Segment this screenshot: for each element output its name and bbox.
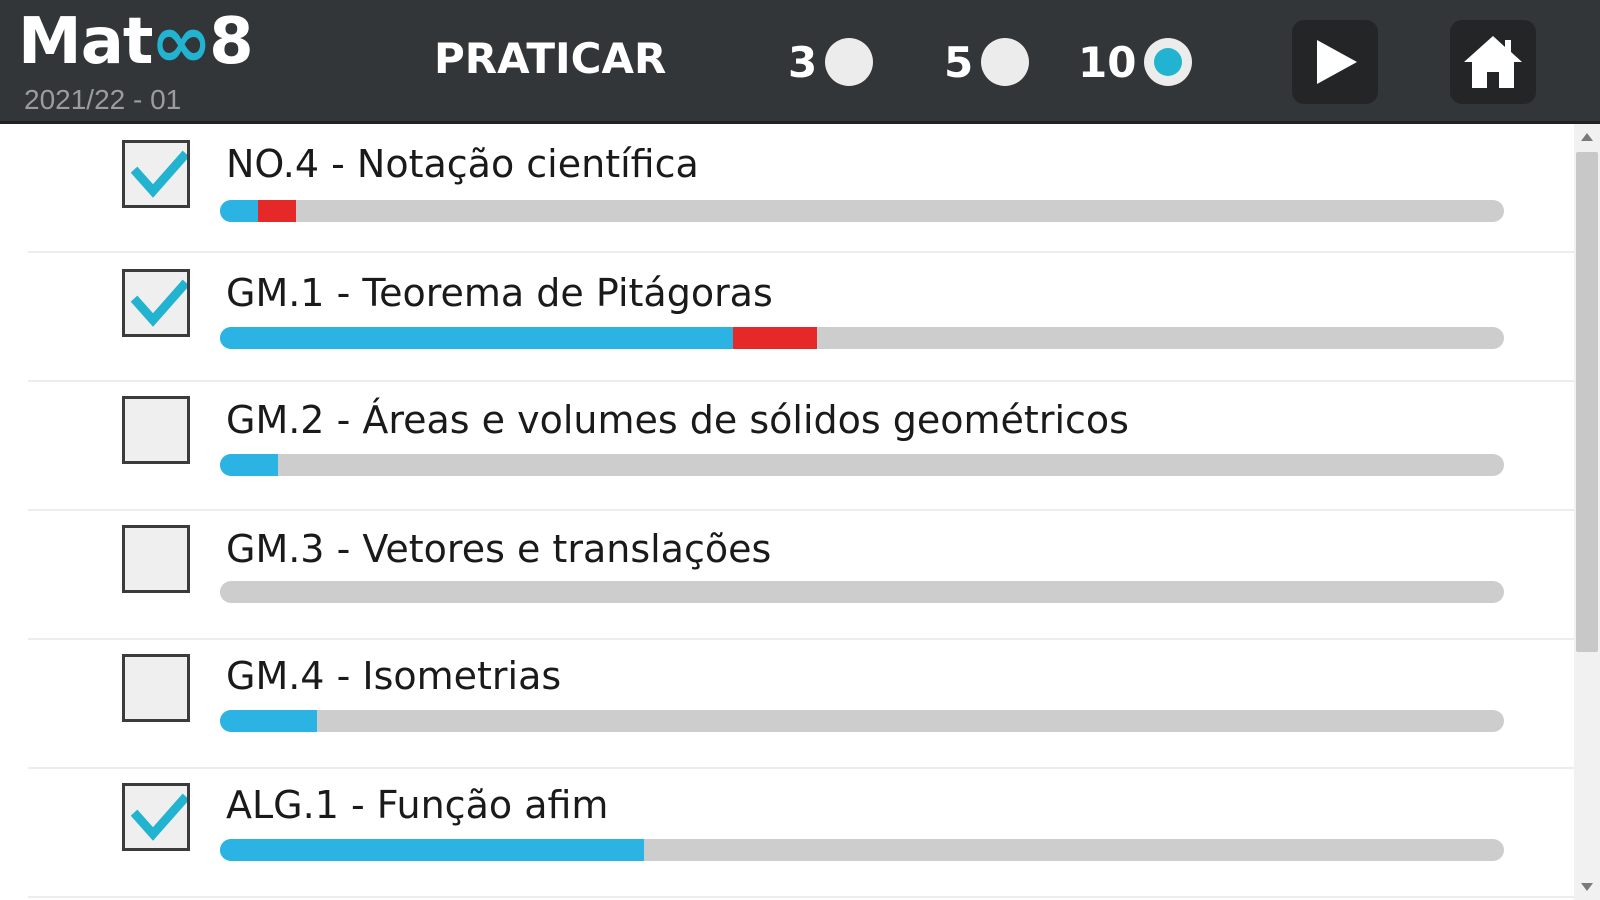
mode-title: PRATICAR xyxy=(434,34,667,83)
topic-list: NO.4 - Notação científica GM.1 - Teorema… xyxy=(28,124,1574,900)
topic-progress-bar xyxy=(220,581,1504,603)
radio-dot[interactable] xyxy=(1144,38,1193,86)
topic-title: GM.4 - Isometrias xyxy=(226,654,562,698)
topic-checkbox[interactable] xyxy=(122,396,190,464)
count-option-5[interactable]: 5 xyxy=(944,36,1030,88)
home-icon xyxy=(1464,36,1522,88)
progress-correct xyxy=(220,327,733,349)
radio-dot[interactable] xyxy=(981,38,1030,86)
topic-row[interactable]: GM.3 - Vetores e translações xyxy=(28,511,1574,640)
count-option-label: 5 xyxy=(944,37,974,87)
logo-text-right: 8 xyxy=(209,5,254,79)
home-button[interactable] xyxy=(1450,20,1536,104)
topic-row[interactable]: GM.4 - Isometrias xyxy=(28,640,1574,769)
chevron-down-icon xyxy=(1581,883,1593,891)
checkmark-icon xyxy=(131,150,187,198)
topic-row[interactable]: GM.1 - Teorema de Pitágoras xyxy=(28,253,1574,382)
app-logo: Mat ∞ 8 xyxy=(18,0,254,85)
logo-text-left: Mat xyxy=(18,5,153,79)
topic-checkbox[interactable] xyxy=(122,525,190,593)
count-option-label: 10 xyxy=(1078,37,1137,87)
vertical-scrollbar[interactable] xyxy=(1574,124,1600,900)
scrollbar-thumb[interactable] xyxy=(1576,152,1598,652)
topic-progress-bar xyxy=(220,454,1504,476)
topic-progress-bar xyxy=(220,839,1504,861)
progress-correct xyxy=(220,200,258,222)
count-option-3[interactable]: 3 xyxy=(788,36,874,88)
topic-row[interactable]: NO.4 - Notação científica xyxy=(28,124,1574,253)
checkmark-icon xyxy=(131,793,187,841)
topic-progress-bar xyxy=(220,327,1504,349)
scroll-up-arrow[interactable] xyxy=(1574,126,1600,148)
topic-row[interactable]: GM.2 - Áreas e volumes de sólidos geomét… xyxy=(28,382,1574,511)
topic-checkbox[interactable] xyxy=(122,783,190,851)
logo-infinity: ∞ xyxy=(150,0,212,85)
chevron-up-icon xyxy=(1581,133,1593,141)
topic-title: GM.1 - Teorema de Pitágoras xyxy=(226,271,773,315)
topic-row[interactable]: ALG.1 - Função afim xyxy=(28,769,1574,898)
scroll-down-arrow[interactable] xyxy=(1574,876,1600,898)
checkmark-icon xyxy=(131,279,187,327)
topic-title: GM.2 - Áreas e volumes de sólidos geomét… xyxy=(226,398,1129,442)
play-icon xyxy=(1317,40,1357,84)
progress-wrong xyxy=(258,200,296,222)
progress-wrong xyxy=(733,327,817,349)
topic-checkbox[interactable] xyxy=(122,269,190,337)
count-option-label: 3 xyxy=(788,37,818,87)
topic-title: NO.4 - Notação científica xyxy=(226,142,699,186)
topic-progress-bar xyxy=(220,710,1504,732)
radio-dot[interactable] xyxy=(825,38,874,86)
school-year-label: 2021/22 - 01 xyxy=(24,84,182,115)
app-header: Mat ∞ 8 2021/22 - 01 PRATICAR 3 5 10 xyxy=(0,0,1600,124)
topic-checkbox[interactable] xyxy=(122,140,190,208)
topic-title: GM.3 - Vetores e translações xyxy=(226,527,772,571)
progress-correct xyxy=(220,839,644,861)
progress-correct xyxy=(220,710,317,732)
topic-checkbox[interactable] xyxy=(122,654,190,722)
play-button[interactable] xyxy=(1292,20,1378,104)
progress-correct xyxy=(220,454,278,476)
topic-progress-bar xyxy=(220,200,1504,222)
topic-title: ALG.1 - Função afim xyxy=(226,783,609,827)
count-option-10[interactable]: 10 xyxy=(1078,36,1193,88)
